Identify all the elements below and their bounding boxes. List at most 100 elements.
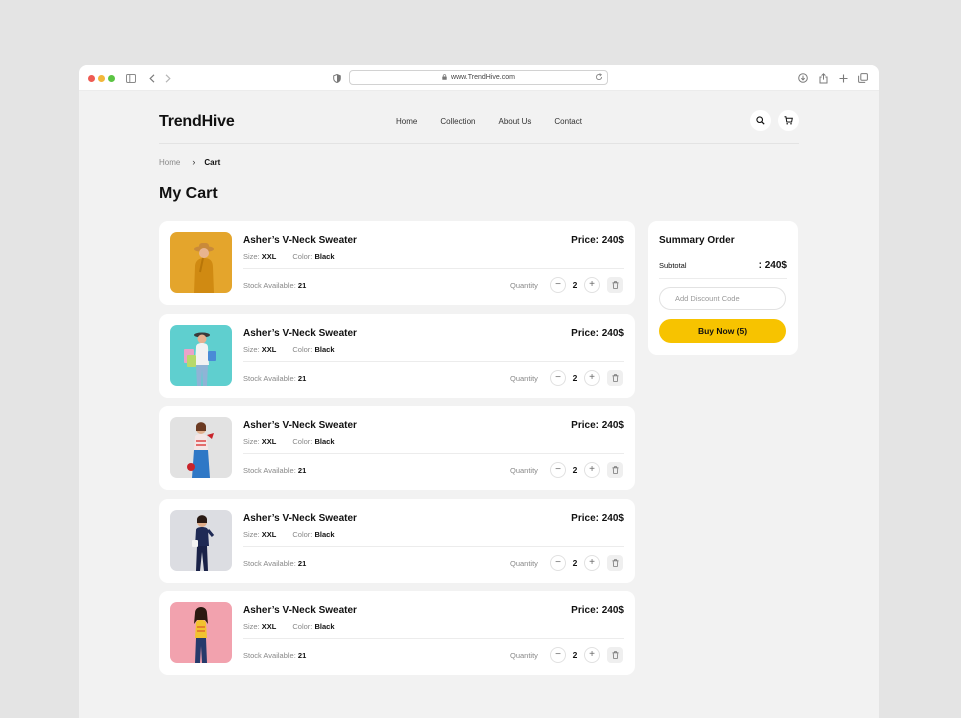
share-icon[interactable] <box>818 71 828 85</box>
color-value: Black <box>314 622 335 631</box>
increase-quantity-button[interactable]: + <box>584 462 600 478</box>
quantity-label: Quantity <box>510 651 538 660</box>
plus-icon: + <box>589 464 595 475</box>
minus-icon: − <box>555 556 561 568</box>
color-info: Color: Black <box>292 529 335 539</box>
remove-item-button[interactable] <box>607 277 623 293</box>
product-image[interactable] <box>170 602 232 663</box>
plus-icon: + <box>589 649 595 660</box>
trash-icon <box>612 369 619 387</box>
product-meta: Size: XXL Color: Black <box>243 437 335 446</box>
increase-quantity-button[interactable]: + <box>584 369 600 386</box>
order-summary: Summary Order Subtotal : 240$ Buy Now (5… <box>648 221 798 355</box>
page-title: My Cart <box>159 185 218 202</box>
product-meta: Size: XXL Color: Black <box>243 622 335 631</box>
privacy-shield-icon[interactable] <box>332 71 342 85</box>
remove-item-button[interactable] <box>607 369 623 387</box>
stock-value: 21 <box>297 466 307 475</box>
cart-item: Asher’s V-Neck Sweater Price: 240$ Size:… <box>159 498 635 583</box>
increase-quantity-button[interactable]: + <box>584 647 600 663</box>
download-icon[interactable] <box>797 71 808 85</box>
sidebar-toggle-icon[interactable] <box>126 71 136 85</box>
cart-item: Asher’s V-Neck Sweater Price: 240$ Size:… <box>159 591 635 675</box>
minus-icon: − <box>555 464 561 475</box>
product-name[interactable]: Asher’s V-Neck Sweater <box>243 420 357 431</box>
site-content: TrendHive Home Collection About Us Conta… <box>159 91 799 675</box>
size-info: Size: XXL <box>243 252 277 261</box>
plus-icon: + <box>589 371 595 383</box>
discount-code-input[interactable] <box>659 287 786 310</box>
product-name[interactable]: Asher’s V-Neck Sweater <box>243 235 357 246</box>
color-value: Black <box>314 437 335 446</box>
decrease-quantity-button[interactable]: − <box>550 462 566 478</box>
remove-item-button[interactable] <box>607 554 623 572</box>
back-icon[interactable] <box>148 71 156 85</box>
cart-item: Asher’s V-Neck Sweater Price: 240$ Size:… <box>159 406 635 490</box>
summary-title: Summary Order <box>659 235 735 246</box>
color-info: Color: Black <box>292 252 335 261</box>
product-image[interactable] <box>170 417 232 478</box>
product-image[interactable] <box>170 509 232 571</box>
product-image[interactable] <box>170 232 232 293</box>
product-name[interactable]: Asher’s V-Neck Sweater <box>243 605 357 616</box>
trash-icon <box>612 276 619 294</box>
decrease-quantity-button[interactable]: − <box>550 554 566 571</box>
divider <box>243 545 624 547</box>
maximize-window-button[interactable] <box>108 75 115 82</box>
decrease-quantity-button[interactable]: − <box>550 647 566 663</box>
plus-icon: + <box>589 556 595 568</box>
search-icon <box>756 112 765 130</box>
minimize-window-button[interactable] <box>98 75 105 82</box>
remove-item-button[interactable] <box>607 647 623 663</box>
product-price: Price: 240$ <box>571 512 624 524</box>
buy-now-button[interactable]: Buy Now (5) <box>659 319 786 343</box>
size-info: Size: XXL <box>243 437 277 446</box>
product-meta: Size: XXL Color: Black <box>243 530 335 539</box>
divider <box>243 360 624 362</box>
new-tab-icon[interactable] <box>838 71 848 85</box>
product-image[interactable] <box>170 324 232 386</box>
nav-link-home[interactable]: Home <box>396 117 417 126</box>
breadcrumb: Home › Cart <box>159 157 220 167</box>
nav-link-contact[interactable]: Contact <box>554 117 582 126</box>
size-info: Size: XXL <box>243 622 277 631</box>
quantity-label: Quantity <box>510 373 538 383</box>
breadcrumb-home[interactable]: Home <box>159 158 180 167</box>
lock-icon <box>442 73 447 82</box>
main-nav: Home Collection About Us Contact <box>396 117 605 126</box>
site-logo[interactable]: TrendHive <box>159 113 235 131</box>
trash-icon <box>612 646 619 664</box>
browser-window: www.TrendHive.com TrendHive Home Collect… <box>79 65 879 718</box>
stock-value: 21 <box>297 373 307 383</box>
stock-value: 21 <box>297 651 307 660</box>
stock-info: Stock Available: 21 <box>243 373 307 383</box>
quantity-label: Quantity <box>510 281 538 290</box>
reload-icon[interactable] <box>595 73 603 83</box>
remove-item-button[interactable] <box>607 462 623 478</box>
increase-quantity-button[interactable]: + <box>584 277 600 293</box>
url-text: www.TrendHive.com <box>451 74 515 81</box>
decrease-quantity-button[interactable]: − <box>550 369 566 386</box>
increase-quantity-button[interactable]: + <box>584 554 600 571</box>
decrease-quantity-button[interactable]: − <box>550 277 566 293</box>
forward-icon[interactable] <box>164 71 172 85</box>
stock-value: 21 <box>297 281 307 290</box>
search-button[interactable] <box>750 110 771 131</box>
product-price: Price: 240$ <box>571 327 624 339</box>
minus-icon: − <box>555 371 561 383</box>
quantity-value: 2 <box>572 280 578 290</box>
trash-icon <box>612 554 619 572</box>
quantity-value: 2 <box>572 557 578 568</box>
stock-info: Stock Available: 21 <box>243 651 307 660</box>
product-name[interactable]: Asher’s V-Neck Sweater <box>243 513 357 524</box>
address-bar[interactable]: www.TrendHive.com <box>349 70 608 85</box>
trash-icon <box>612 461 619 479</box>
color-info: Color: Black <box>292 344 335 354</box>
nav-link-about-us[interactable]: About Us <box>498 117 531 126</box>
tabs-overview-icon[interactable] <box>858 71 868 85</box>
quantity-label: Quantity <box>510 466 538 475</box>
nav-link-collection[interactable]: Collection <box>440 117 475 126</box>
product-name[interactable]: Asher’s V-Neck Sweater <box>243 328 357 339</box>
close-window-button[interactable] <box>88 75 95 82</box>
cart-button[interactable] <box>778 110 799 131</box>
